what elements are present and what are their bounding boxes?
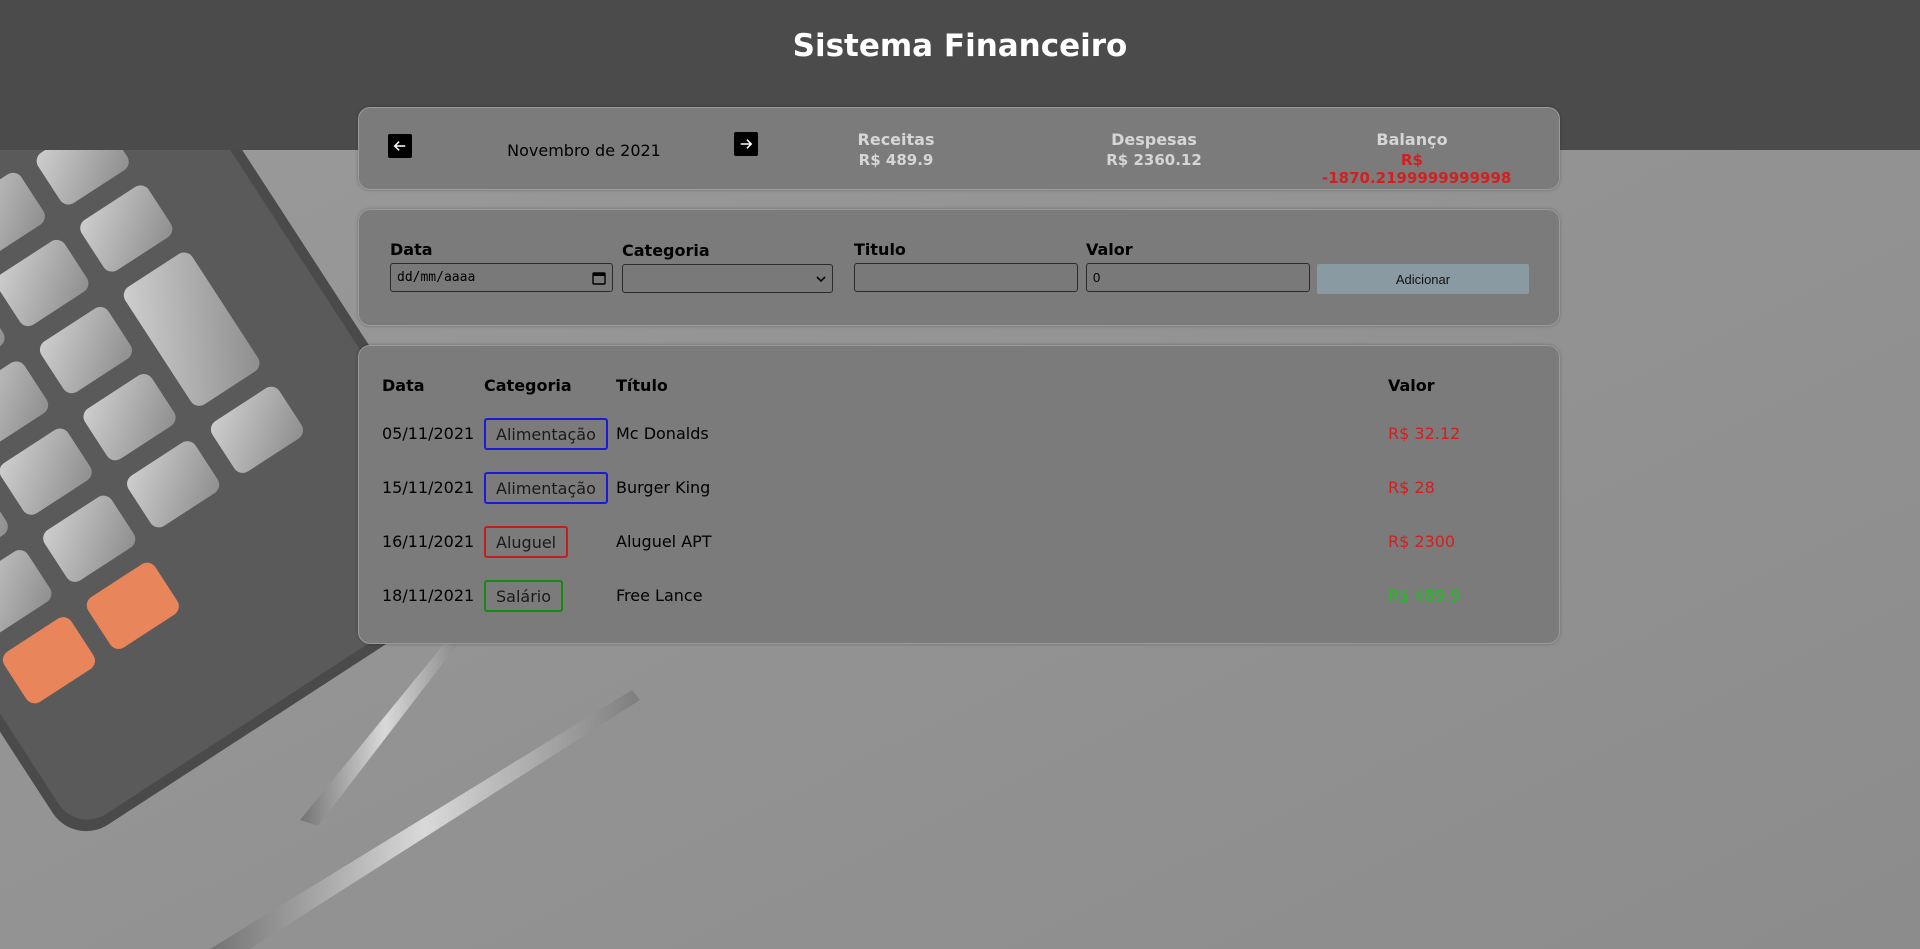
header-category: Categoria xyxy=(484,376,572,395)
row-value: R$ 28 xyxy=(1388,478,1435,497)
balance-summary: Balanço R$ -1870.2199999999998 xyxy=(1322,130,1512,187)
expenses-value: R$ 2360.12 xyxy=(1106,151,1202,169)
arrow-left-icon xyxy=(393,141,406,151)
amount-input-value: 0 xyxy=(1093,270,1101,285)
row-date: 05/11/2021 xyxy=(382,424,475,443)
add-button[interactable]: Adicionar xyxy=(1317,264,1529,294)
income-summary: Receitas R$ 489.9 xyxy=(806,130,986,169)
row-date: 16/11/2021 xyxy=(382,532,475,551)
category-badge: Alimentação xyxy=(484,472,608,504)
expenses-label: Despesas xyxy=(1111,130,1197,149)
date-input[interactable]: dd/mm/aaaa xyxy=(390,263,613,292)
app-title: Sistema Financeiro xyxy=(792,28,1128,64)
previous-month-button[interactable] xyxy=(388,134,412,158)
chevron-down-icon xyxy=(816,275,826,282)
expenses-summary: Despesas R$ 2360.12 xyxy=(1064,130,1244,169)
add-transaction-form: Data dd/mm/aaaa Categoria Titulo Valor 0… xyxy=(358,209,1560,326)
row-date: 18/11/2021 xyxy=(382,586,475,605)
current-month: Novembro de 2021 xyxy=(507,141,661,160)
balance-label: Balanço xyxy=(1376,130,1448,149)
date-input-placeholder: dd/mm/aaaa xyxy=(397,270,476,285)
row-value: R$ 2300 xyxy=(1388,532,1456,551)
row-title: Free Lance xyxy=(616,586,703,605)
row-title: Burger King xyxy=(616,478,711,497)
category-badge: Aluguel xyxy=(484,526,569,558)
income-value: R$ 489.9 xyxy=(858,151,934,169)
category-badge: Alimentação xyxy=(484,418,608,450)
arrow-right-icon xyxy=(740,139,753,149)
category-field-label: Categoria xyxy=(622,241,710,260)
title-field-label: Titulo xyxy=(854,240,906,259)
date-field-label: Data xyxy=(390,240,433,259)
calendar-icon[interactable] xyxy=(592,271,606,285)
row-date: 15/11/2021 xyxy=(382,478,475,497)
header-date: Data xyxy=(382,376,425,395)
next-month-button[interactable] xyxy=(734,132,758,156)
balance-value: R$ -1870.2199999999998 xyxy=(1322,151,1512,187)
header-title: Título xyxy=(616,376,668,395)
amount-input[interactable]: 0 xyxy=(1086,263,1310,292)
row-title: Aluguel APT xyxy=(616,532,712,551)
amount-field-label: Valor xyxy=(1086,240,1133,259)
income-label: Receitas xyxy=(857,130,935,149)
row-value: R$ 489.9 xyxy=(1388,586,1461,605)
title-input[interactable] xyxy=(854,263,1078,292)
transactions-table: Data Categoria Título Valor 05/11/2021 A… xyxy=(358,345,1560,644)
category-badge: Salário xyxy=(484,580,564,612)
row-title: Mc Donalds xyxy=(616,424,709,443)
header-value: Valor xyxy=(1388,376,1435,395)
category-select[interactable] xyxy=(622,264,833,293)
summary-panel: Novembro de 2021 Receitas R$ 489.9 Despe… xyxy=(358,107,1560,190)
row-value: R$ 32.12 xyxy=(1388,424,1461,443)
